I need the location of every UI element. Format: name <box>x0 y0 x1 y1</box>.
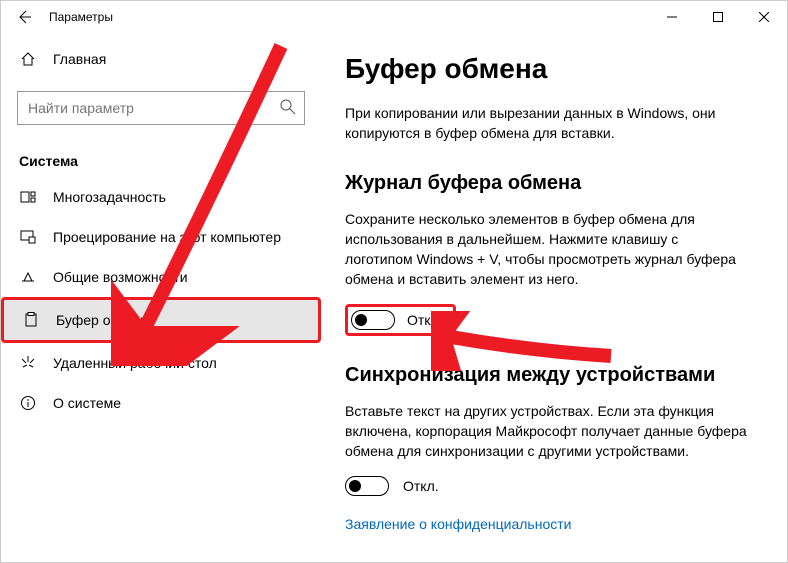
content-area: Буфер обмена При копировании или вырезан… <box>321 33 787 562</box>
shared-icon <box>19 269 37 285</box>
info-icon <box>19 395 37 411</box>
arrow-left-icon <box>16 9 32 25</box>
sync-desc: Вставьте текст на других устройствах. Ес… <box>345 401 747 462</box>
remote-desktop-icon <box>19 355 37 371</box>
sidebar-item-label: Общие возможности <box>53 269 188 285</box>
intro-text: При копировании или вырезании данных в W… <box>345 103 747 144</box>
minimize-icon <box>667 12 677 22</box>
titlebar: Параметры <box>1 1 787 33</box>
sidebar-item-label: Проецирование на этот компьютер <box>53 229 281 245</box>
history-toggle-label: Откл. <box>407 312 443 328</box>
privacy-link[interactable]: Заявление о конфиденциальности <box>345 516 571 532</box>
sidebar-item-label: Многозадачность <box>53 189 166 205</box>
back-button[interactable] <box>9 2 39 32</box>
search-box <box>17 91 305 125</box>
sidebar-item-label: Удаленный рабочий стол <box>53 355 217 371</box>
minimize-button[interactable] <box>649 1 695 33</box>
home-icon <box>19 51 37 67</box>
close-icon <box>759 12 769 22</box>
sync-toggle[interactable] <box>345 476 389 496</box>
search-input[interactable] <box>17 91 305 125</box>
app-title: Параметры <box>49 10 113 24</box>
sync-heading: Синхронизация между устройствами <box>345 364 747 387</box>
sync-toggle-row: Откл. <box>345 476 747 496</box>
window-controls <box>649 1 787 33</box>
home-label: Главная <box>53 51 106 67</box>
sidebar: Главная Система Многозадачность Проециро… <box>1 33 321 562</box>
sidebar-item-clipboard[interactable]: Буфер обмена <box>1 297 321 343</box>
sidebar-group-title: Система <box>1 131 321 177</box>
history-desc: Сохраните несколько элементов в буфер об… <box>345 209 747 290</box>
maximize-icon <box>713 12 723 22</box>
sidebar-item-projecting[interactable]: Проецирование на этот компьютер <box>1 217 321 257</box>
multitasking-icon <box>19 189 37 205</box>
home-nav[interactable]: Главная <box>1 43 321 75</box>
sidebar-item-multitasking[interactable]: Многозадачность <box>1 177 321 217</box>
sidebar-item-label: О системе <box>53 395 121 411</box>
maximize-button[interactable] <box>695 1 741 33</box>
sync-toggle-label: Откл. <box>403 478 439 494</box>
search-icon <box>279 98 297 121</box>
history-toggle[interactable] <box>351 310 395 330</box>
clipboard-icon <box>22 312 40 328</box>
sidebar-item-about[interactable]: О системе <box>1 383 321 423</box>
sidebar-item-remote-desktop[interactable]: Удаленный рабочий стол <box>1 343 321 383</box>
sidebar-item-label: Буфер обмена <box>56 312 151 328</box>
close-button[interactable] <box>741 1 787 33</box>
projecting-icon <box>19 229 37 245</box>
history-heading: Журнал буфера обмена <box>345 172 747 195</box>
history-toggle-highlight: Откл. <box>345 304 456 336</box>
page-title: Буфер обмена <box>345 53 747 85</box>
sidebar-item-shared[interactable]: Общие возможности <box>1 257 321 297</box>
